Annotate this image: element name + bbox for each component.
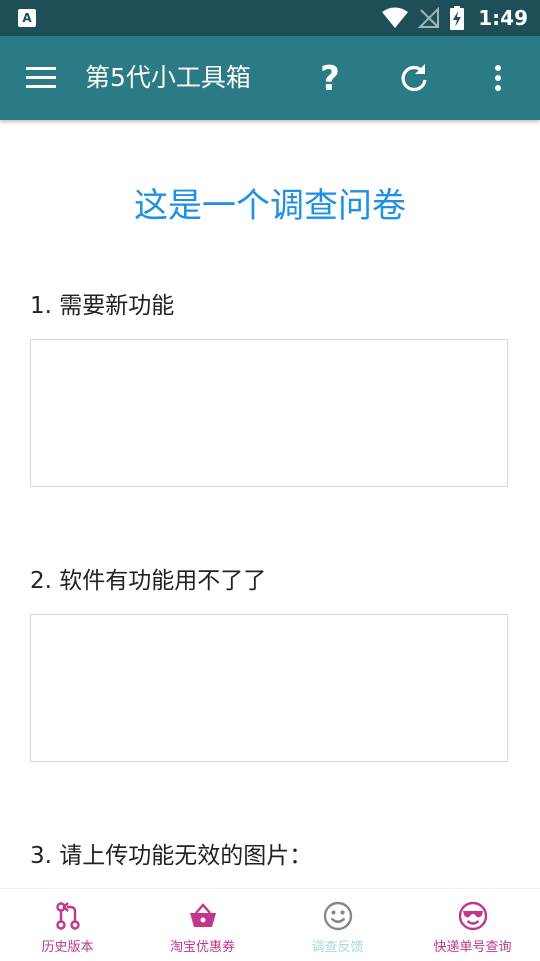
question-2-input[interactable] [30,614,508,762]
question-1-input[interactable] [30,339,508,487]
smiley-icon [323,901,352,931]
svg-text:A: A [22,11,32,25]
question-1-label: 1. 需要新功能 [30,293,175,319]
nav-label-tracking: 快递单号查询 [433,940,512,955]
refresh-icon[interactable] [394,58,434,98]
nav-item-feedback[interactable]: 调查反馈 [270,889,405,961]
nav-item-coupons[interactable]: 淘宝优惠券 [135,889,270,961]
battery-charging-icon [450,6,465,30]
bottom-nav: 历史版本 淘宝优惠券 调查反馈 快递单号查询 [0,888,540,961]
question-2-label: 2. 软件有功能用不了了 [30,568,267,594]
wifi-icon [382,7,409,28]
sunglasses-face-icon [458,901,487,931]
status-bar: A 1:49 [0,0,540,36]
nav-item-tracking[interactable]: 快递单号查询 [405,889,540,961]
status-time: 1:49 [478,6,528,30]
basket-icon [189,903,216,927]
no-signal-icon [418,7,440,28]
survey-content[interactable]: 这是一个调查问卷 1. 需要新功能 2. 软件有功能用不了了 3. 请上传功能无… [0,120,540,888]
nav-label-history: 历史版本 [41,940,94,955]
history-branch-icon [55,902,80,930]
question-3-label: 3. 请上传功能无效的图片： [30,843,313,869]
survey-title: 这是一个调查问卷 [134,186,406,226]
nav-label-feedback: 调查反馈 [311,940,364,955]
notification-a-icon: A [18,9,36,27]
help-icon[interactable]: ? [310,58,350,98]
svg-text:?: ? [320,59,340,98]
menu-icon[interactable] [26,64,56,92]
nav-label-coupons: 淘宝优惠券 [169,940,235,955]
more-vert-icon[interactable] [478,58,518,98]
nav-item-history[interactable]: 历史版本 [0,889,135,961]
app-bar: 第5代小工具箱 ? [0,36,540,120]
app-title: 第5代小工具箱 [85,63,251,92]
